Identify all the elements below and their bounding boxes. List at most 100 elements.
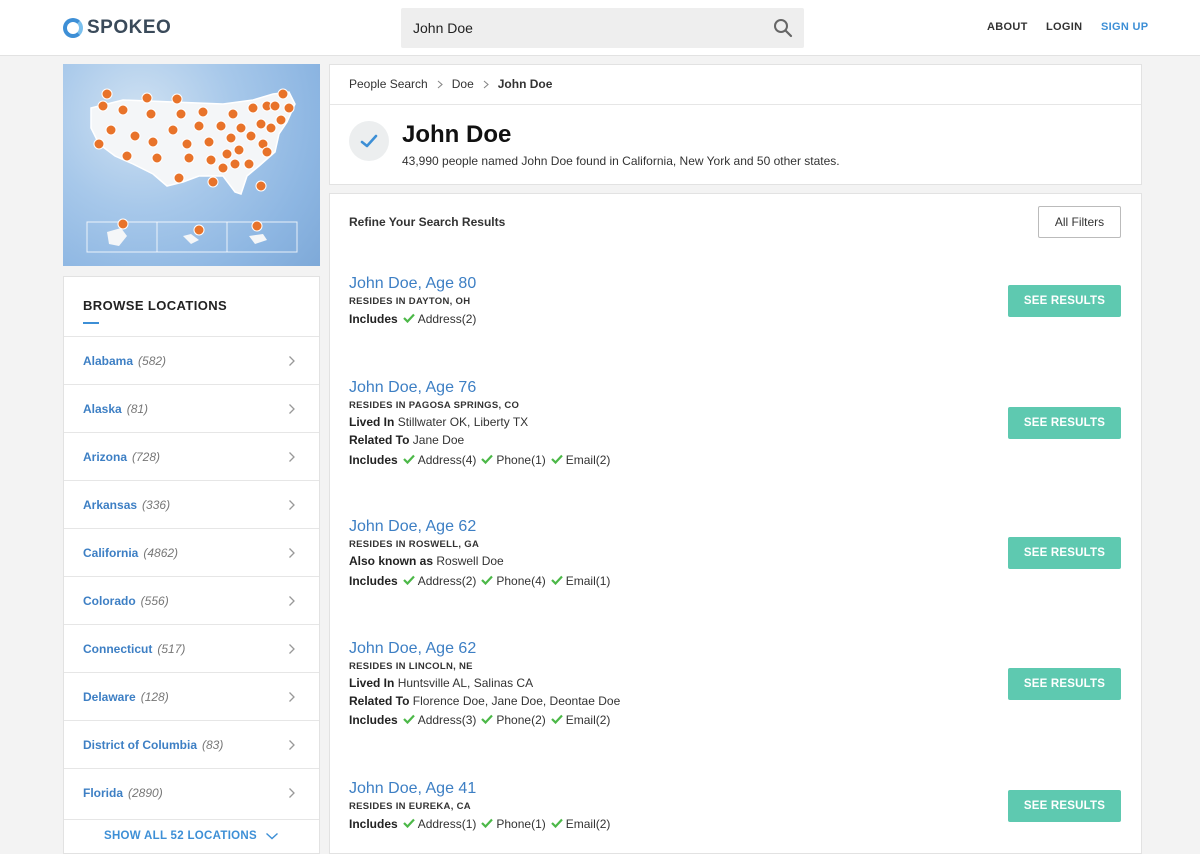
check-icon — [550, 714, 563, 724]
us-results-map[interactable] — [63, 64, 320, 266]
location-item-connecticut[interactable]: Connecticut (517) — [64, 624, 319, 672]
chevron-right-icon — [483, 80, 489, 88]
include-item: Email(1) — [565, 574, 611, 588]
login-link[interactable]: LOGIN — [1046, 21, 1082, 33]
location-item-district-of-columbia[interactable]: District of Columbia (83) — [64, 720, 319, 768]
result-residence: RESIDES IN ROSWELL, GA — [349, 539, 480, 550]
about-link[interactable]: ABOUT — [987, 21, 1028, 33]
location-name: District of Columbia — [83, 737, 198, 752]
also-known-as-value: Roswell Doe — [436, 554, 504, 568]
browse-locations-title: BROWSE LOCATIONS — [83, 298, 228, 313]
related-to-label: Related To — [349, 433, 410, 447]
all-filters-button[interactable]: All Filters — [1038, 206, 1121, 238]
related-to-value: Jane Doe — [412, 433, 465, 447]
result-card: John Doe, Age 41 RESIDES IN EUREKA, CA I… — [329, 755, 1142, 854]
location-item-delaware[interactable]: Delaware (128) — [64, 672, 319, 720]
result-name-link[interactable]: John Doe, Age 80 — [349, 275, 476, 293]
include-item: Phone(2) — [496, 713, 546, 727]
includes-label: Includes — [349, 312, 398, 326]
checkmark-icon — [360, 134, 378, 148]
spokeo-logo[interactable]: SPOKEO — [63, 16, 171, 40]
location-count: (556) — [140, 593, 169, 608]
search-icon[interactable] — [772, 17, 794, 39]
location-count: (83) — [202, 737, 224, 752]
results-summary: 43,990 people named John Doe found in Ca… — [402, 154, 840, 168]
title-underline — [83, 322, 99, 324]
includes-label: Includes — [349, 574, 398, 588]
include-item: Address(3) — [417, 713, 477, 727]
check-icon — [550, 454, 563, 464]
see-results-button[interactable]: SEE RESULTS — [1008, 285, 1121, 317]
location-item-alaska[interactable]: Alaska (81) — [64, 384, 319, 432]
see-results-button[interactable]: SEE RESULTS — [1008, 790, 1121, 822]
location-item-arkansas[interactable]: Arkansas (336) — [64, 480, 319, 528]
top-navigation-bar: SPOKEO ABOUT LOGIN SIGN UP — [0, 0, 1200, 56]
location-count: (336) — [142, 497, 171, 512]
include-item: Address(4) — [417, 453, 477, 467]
verified-badge — [349, 121, 389, 161]
location-item-florida[interactable]: Florida (2890) — [64, 768, 319, 816]
include-item: Phone(1) — [496, 817, 546, 831]
check-icon — [402, 575, 415, 585]
location-item-colorado[interactable]: Colorado (556) — [64, 576, 319, 624]
location-item-arizona[interactable]: Arizona (728) — [64, 432, 319, 480]
location-count: (517) — [157, 641, 186, 656]
include-item: Phone(1) — [496, 453, 546, 467]
result-includes: Includes Address(2) — [349, 312, 476, 326]
result-residence: RESIDES IN PAGOSA SPRINGS, CO — [349, 400, 520, 411]
location-name: Arkansas — [83, 497, 138, 512]
check-icon — [481, 575, 494, 585]
include-item: Email(2) — [565, 713, 611, 727]
breadcrumb-people-search[interactable]: People Search — [349, 77, 428, 91]
result-name-link[interactable]: John Doe, Age 41 — [349, 780, 476, 798]
result-lived-in: Lived In Huntsville AL, Salinas CA — [349, 676, 533, 690]
show-all-label: SHOW ALL 52 LOCATIONS — [103, 830, 258, 842]
lived-in-value: Stillwater OK, Liberty TX — [397, 415, 529, 429]
location-item-california[interactable]: California (4862) — [64, 528, 319, 576]
result-name-link[interactable]: John Doe, Age 62 — [349, 640, 476, 658]
check-icon — [402, 714, 415, 724]
check-icon — [481, 454, 494, 464]
see-results-button[interactable]: SEE RESULTS — [1008, 407, 1121, 439]
location-name: Alaska — [83, 401, 122, 416]
result-includes: Includes Address(1) Phone(1) Email(2) — [349, 817, 610, 831]
location-name: Alabama — [83, 353, 134, 368]
lived-in-label: Lived In — [349, 676, 395, 690]
include-item: Phone(4) — [496, 574, 546, 588]
chevron-right-icon — [289, 644, 295, 654]
chevron-right-icon — [289, 740, 295, 750]
result-name-link[interactable]: John Doe, Age 62 — [349, 518, 476, 536]
check-icon — [402, 454, 415, 464]
location-name: Colorado — [83, 593, 136, 608]
chevron-right-icon — [289, 596, 295, 606]
chevron-right-icon — [289, 452, 295, 462]
location-item-alabama[interactable]: Alabama (582) — [64, 336, 319, 384]
page-header-panel: People Search Doe John Doe John Doe 43,9… — [329, 64, 1142, 185]
result-name-link[interactable]: John Doe, Age 76 — [349, 379, 476, 397]
refine-label: Refine Your Search Results — [349, 215, 506, 229]
show-all-locations-button[interactable]: SHOW ALL 52 LOCATIONS — [64, 819, 319, 853]
chevron-right-icon — [289, 404, 295, 414]
result-also-known-as: Also known as Roswell Doe — [349, 554, 504, 568]
chevron-right-icon — [289, 692, 295, 702]
result-includes: Includes Address(3) Phone(2) Email(2) — [349, 713, 610, 727]
location-count: (81) — [126, 401, 149, 416]
result-residence: RESIDES IN LINCOLN, NE — [349, 661, 473, 672]
see-results-button[interactable]: SEE RESULTS — [1008, 668, 1121, 700]
includes-label: Includes — [349, 453, 398, 467]
location-name: Florida — [83, 785, 124, 800]
search-bar — [401, 8, 804, 48]
breadcrumb: People Search Doe John Doe — [349, 77, 552, 91]
see-results-button[interactable]: SEE RESULTS — [1008, 537, 1121, 569]
sign-up-link[interactable]: SIGN UP — [1101, 21, 1148, 33]
search-input[interactable] — [401, 8, 741, 48]
location-name: Arizona — [83, 449, 128, 464]
result-related-to: Related To Florence Doe, Jane Doe, Deont… — [349, 694, 620, 708]
page-title: John Doe — [402, 121, 512, 148]
related-to-value: Florence Doe, Jane Doe, Deontae Doe — [412, 694, 621, 708]
related-to-label: Related To — [349, 694, 410, 708]
location-name: California — [83, 545, 139, 560]
chevron-right-icon — [437, 80, 443, 88]
breadcrumb-doe[interactable]: Doe — [452, 77, 474, 91]
result-card: John Doe, Age 62 RESIDES IN LINCOLN, NE … — [329, 615, 1142, 756]
